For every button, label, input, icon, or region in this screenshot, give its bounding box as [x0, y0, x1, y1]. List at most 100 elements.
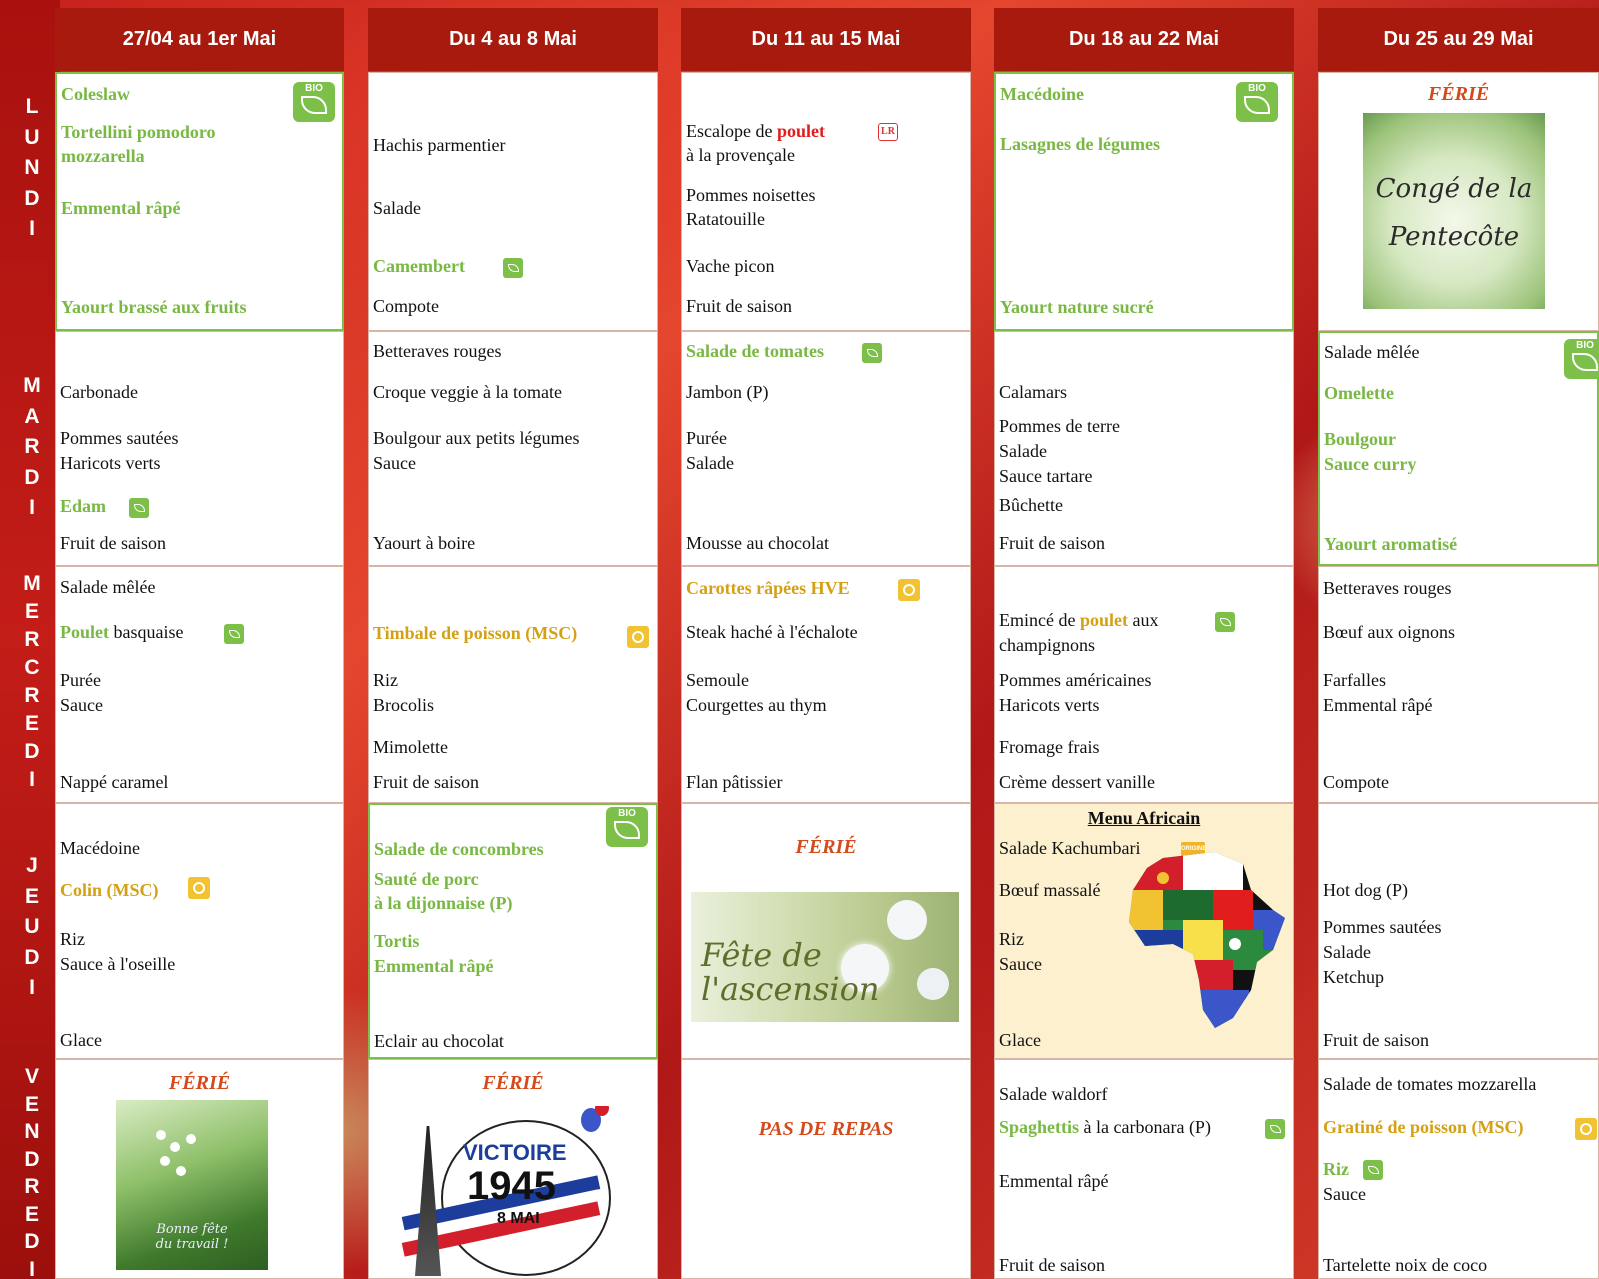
menu-item: Crème dessert vanille — [999, 772, 1155, 792]
day-label-lundi: LUNDI — [24, 95, 40, 240]
menu-item: Farfalles — [1323, 670, 1386, 690]
cell-w4-mercredi: Emincé de poulet aux champignons Pommes … — [994, 566, 1294, 803]
menu-item: Haricots verts — [60, 453, 161, 473]
victoire-year: 1945 — [467, 1164, 556, 1208]
cell-w1-mercredi: Salade mêlée Poulet basquaise Purée Sauc… — [55, 566, 344, 803]
menu-item: Ratatouille — [686, 209, 765, 229]
menu-item: Betteraves rouges — [373, 341, 502, 361]
menu-item: Emmental râpé — [61, 198, 181, 218]
menu-item: Betteraves rouges — [1323, 578, 1452, 598]
menu-item: Salade — [686, 453, 734, 473]
menu-item: Pommes sautées — [1323, 917, 1442, 937]
menu-item: Yaourt nature sucré — [1000, 297, 1154, 317]
menu-item: Macédoine — [60, 838, 140, 858]
ascension-caption: Fête de l'ascension — [701, 936, 880, 1008]
menu-item: Salade — [1323, 942, 1371, 962]
menu-item: Boulgour — [1324, 429, 1397, 449]
cell-w2-vendredi: FÉRIÉ VICTOIRE 1945 8 MAI — [368, 1059, 658, 1279]
menu-item: Sauce à l'oseille — [60, 954, 176, 974]
menu-item: Salade mêlée — [60, 577, 156, 597]
bio-label-icon — [1363, 1160, 1383, 1180]
cell-w5-jeudi: Hot dog (P) Pommes sautées Salade Ketchu… — [1318, 803, 1599, 1059]
cell-w4-lundi: Macédoine BIO Lasagnes de légumes Yaourt… — [994, 72, 1294, 331]
menu-item: Salade mêlée — [1324, 342, 1420, 362]
muguet-picture: Bonne fête du travail ! — [116, 1100, 268, 1270]
menu-item: Fruit de saison — [1323, 1030, 1429, 1050]
holiday-label: FÉRIÉ — [168, 1072, 231, 1094]
menu-item: Emmental râpé — [1323, 695, 1433, 715]
cell-w3-mardi: Salade de tomates Jambon (P) Purée Salad… — [681, 331, 971, 566]
menu-item: Calamars — [999, 382, 1067, 402]
bio-label-icon: BIO — [606, 807, 648, 847]
menu-item: mozzarella — [61, 146, 145, 166]
bio-label-icon — [503, 258, 523, 278]
bio-label-icon — [129, 498, 149, 518]
cell-w1-vendredi: FÉRIÉ Bonne fête du travail ! — [55, 1059, 344, 1279]
menu-item: Nappé caramel — [60, 772, 169, 792]
menu-item: à la provençale — [686, 145, 795, 165]
menu-item: Carbonade — [60, 382, 138, 402]
week-header-1: 27/04 au 1er Mai — [55, 8, 344, 71]
cell-w5-mercredi: Betteraves rouges Bœuf aux oignons Farfa… — [1318, 566, 1599, 803]
menu-item: Compote — [373, 296, 439, 316]
bio-label-icon: BIO — [1236, 82, 1278, 122]
week-header-3: Du 11 au 15 Mai — [681, 8, 971, 71]
holiday-label: FÉRIÉ — [795, 836, 857, 858]
africa-flags-map — [1129, 852, 1285, 1028]
menu-item: Pommes américaines — [999, 670, 1152, 690]
menu-item: Sauce — [1323, 1184, 1366, 1204]
menu-item: Hot dog (P) — [1323, 880, 1408, 900]
bio-label-icon — [862, 343, 882, 363]
menu-item: Fruit de saison — [373, 772, 479, 792]
holiday-label: FÉRIÉ — [1427, 83, 1490, 105]
menu-item: Boulgour aux petits légumes — [373, 428, 580, 448]
cell-w1-lundi: Coleslaw BIO Tortellini pomodoro mozzare… — [55, 72, 344, 331]
menu-item: Steak haché à l'échalote — [686, 622, 858, 642]
cell-w5-lundi: FÉRIÉ Congé de la Pentecôte — [1318, 72, 1599, 331]
victoire-title: VICTOIRE — [463, 1140, 567, 1165]
holiday-label: FÉRIÉ — [482, 1072, 544, 1094]
menu-item: champignons — [999, 635, 1095, 655]
cell-w3-lundi: Escalope de poulet LR à la provençale Po… — [681, 72, 971, 331]
menu-item: Purée — [686, 428, 727, 448]
menu-item: Emincé de poulet aux — [999, 610, 1159, 630]
menu-item: Haricots verts — [999, 695, 1100, 715]
menu-item: Emmental râpé — [999, 1171, 1109, 1191]
menu-item: Pommes sautées — [60, 428, 179, 448]
cell-w3-jeudi: FÉRIÉ Fête de l'ascension — [681, 803, 971, 1059]
cell-w2-mercredi: Timbale de poisson (MSC) Riz Brocolis Mi… — [368, 566, 658, 803]
cell-w5-mardi: Salade mêlée BIO Omelette Boulgour Sauce… — [1318, 331, 1599, 566]
menu-item: Emmental râpé — [374, 956, 494, 976]
muguet-caption: Bonne fête du travail ! — [155, 1222, 229, 1252]
msc-label-icon — [627, 626, 649, 648]
menu-item: Gratiné de poisson (MSC) — [1323, 1117, 1524, 1137]
menu-item: Semoule — [686, 670, 749, 690]
menu-item: Courgettes au thym — [686, 695, 827, 715]
menu-item: Salade — [373, 198, 421, 218]
menu-item: Escalope de poulet — [686, 121, 825, 141]
menu-item: Tartelette noix de coco — [1323, 1255, 1488, 1275]
menu-item: Ketchup — [1323, 967, 1384, 987]
menu-item: Mousse au chocolat — [686, 533, 829, 553]
menu-item: Lasagnes de légumes — [1000, 134, 1161, 154]
menu-item: Sauce — [373, 453, 416, 473]
bio-label-icon — [224, 624, 244, 644]
menu-item: Croque veggie à la tomate — [373, 382, 562, 402]
day-label-vendredi: VENDREDI — [24, 1065, 40, 1279]
ascension-picture: Fête de l'ascension — [691, 892, 959, 1022]
menu-item: Riz — [60, 929, 85, 949]
menu-item: Colin (MSC) — [60, 880, 159, 900]
menu-item: Poulet basquaise — [60, 622, 184, 642]
menu-item: Salade — [999, 441, 1047, 461]
menu-item: Timbale de poisson (MSC) — [373, 623, 578, 643]
menu-item: Tortis — [374, 931, 420, 951]
no-meal-label: PAS DE REPAS — [758, 1118, 894, 1140]
cell-w2-lundi: Hachis parmentier Salade Camembert Compo… — [368, 72, 658, 331]
menu-item: Sauce curry — [1324, 454, 1417, 474]
cell-w2-jeudi: BIO Salade de concombres Sauté de porc à… — [368, 803, 658, 1059]
bio-label-icon: BIO — [1564, 339, 1599, 379]
menu-item: Hachis parmentier — [373, 135, 506, 155]
menu-item: Fruit de saison — [999, 1255, 1105, 1275]
victoire-date: 8 MAI — [497, 1210, 540, 1227]
day-label-mardi: MARDI — [23, 374, 41, 519]
